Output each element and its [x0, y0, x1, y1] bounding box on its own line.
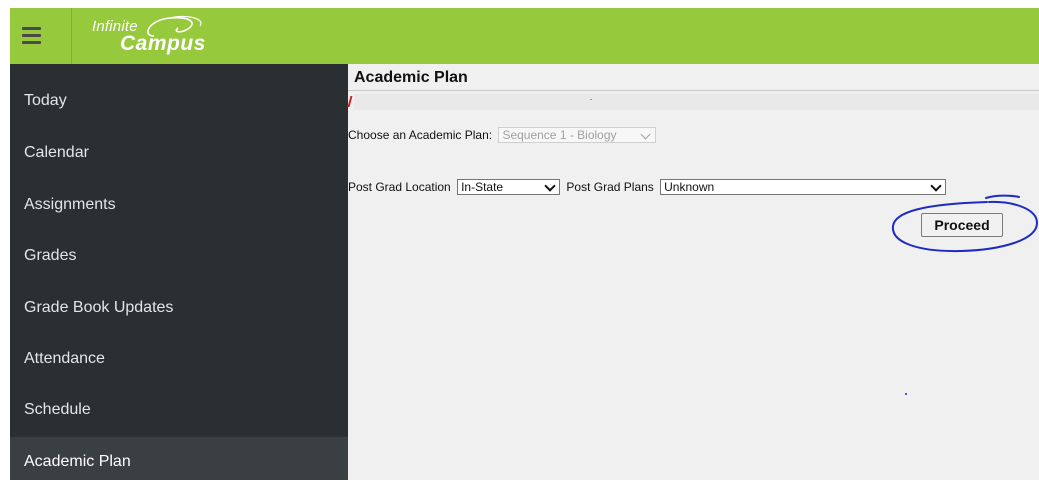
academic-plan-select-value: Sequence 1 - Biology [502, 128, 617, 142]
sidebar-item-attendance[interactable]: Attendance [10, 334, 348, 384]
hamburger-menu-icon [22, 27, 41, 30]
chevron-down-icon [930, 180, 942, 192]
page-title: Academic Plan [354, 69, 468, 86]
main-content: Academic Plan Choose an Academic Plan: S… [347, 64, 1039, 480]
red-mark [347, 96, 353, 107]
academic-plan-select[interactable]: Sequence 1 - Biology [498, 127, 657, 143]
chevron-down-icon [640, 129, 651, 140]
choose-plan-label: Choose an Academic Plan: [348, 128, 493, 142]
proceed-button[interactable]: Proceed [921, 213, 1003, 237]
logo-swoosh-icon [147, 15, 202, 37]
title-divider [348, 90, 1039, 91]
sidebar-item-calendar[interactable]: Calendar [10, 128, 348, 178]
hamburger-menu-icon-bar [22, 41, 41, 44]
choose-plan-row: Choose an Academic Plan: Sequence 1 - Bi… [348, 127, 657, 143]
post-grad-location-value: In-State [461, 180, 504, 194]
post-grad-plans-value: Unknown [664, 180, 715, 194]
chevron-down-icon [544, 180, 556, 192]
infinite-campus-logo[interactable]: Infinite Campus [92, 14, 212, 58]
student-name-band [354, 94, 1039, 110]
sidebar-item-assignments[interactable]: Assignments [10, 180, 348, 230]
post-grad-plans-label: Post Grad Plans [566, 180, 654, 194]
post-grad-plans-select[interactable]: Unknown [660, 179, 947, 195]
menu-button[interactable] [10, 8, 72, 64]
sidebar-item-today[interactable]: Today [10, 76, 348, 126]
gray-dot [590, 99, 592, 100]
sidebar-item-grades[interactable]: Grades [10, 231, 348, 281]
sidebar-item-grade-book-updates[interactable]: Grade Book Updates [10, 283, 348, 333]
post-grad-row: Post Grad Location In-State Post Grad Pl… [348, 179, 947, 195]
post-grad-location-select[interactable]: In-State [457, 179, 561, 195]
top-bar: Infinite Campus [10, 8, 1039, 64]
hamburger-menu-icon-bar [22, 34, 41, 37]
post-grad-location-label: Post Grad Location [348, 180, 451, 194]
sidebar-nav: Today Calendar Assignments Grades Grade … [10, 64, 348, 480]
blue-dot [905, 393, 907, 395]
sidebar-item-academic-plan[interactable]: Academic Plan [10, 437, 348, 480]
sidebar-item-schedule[interactable]: Schedule [10, 385, 348, 435]
